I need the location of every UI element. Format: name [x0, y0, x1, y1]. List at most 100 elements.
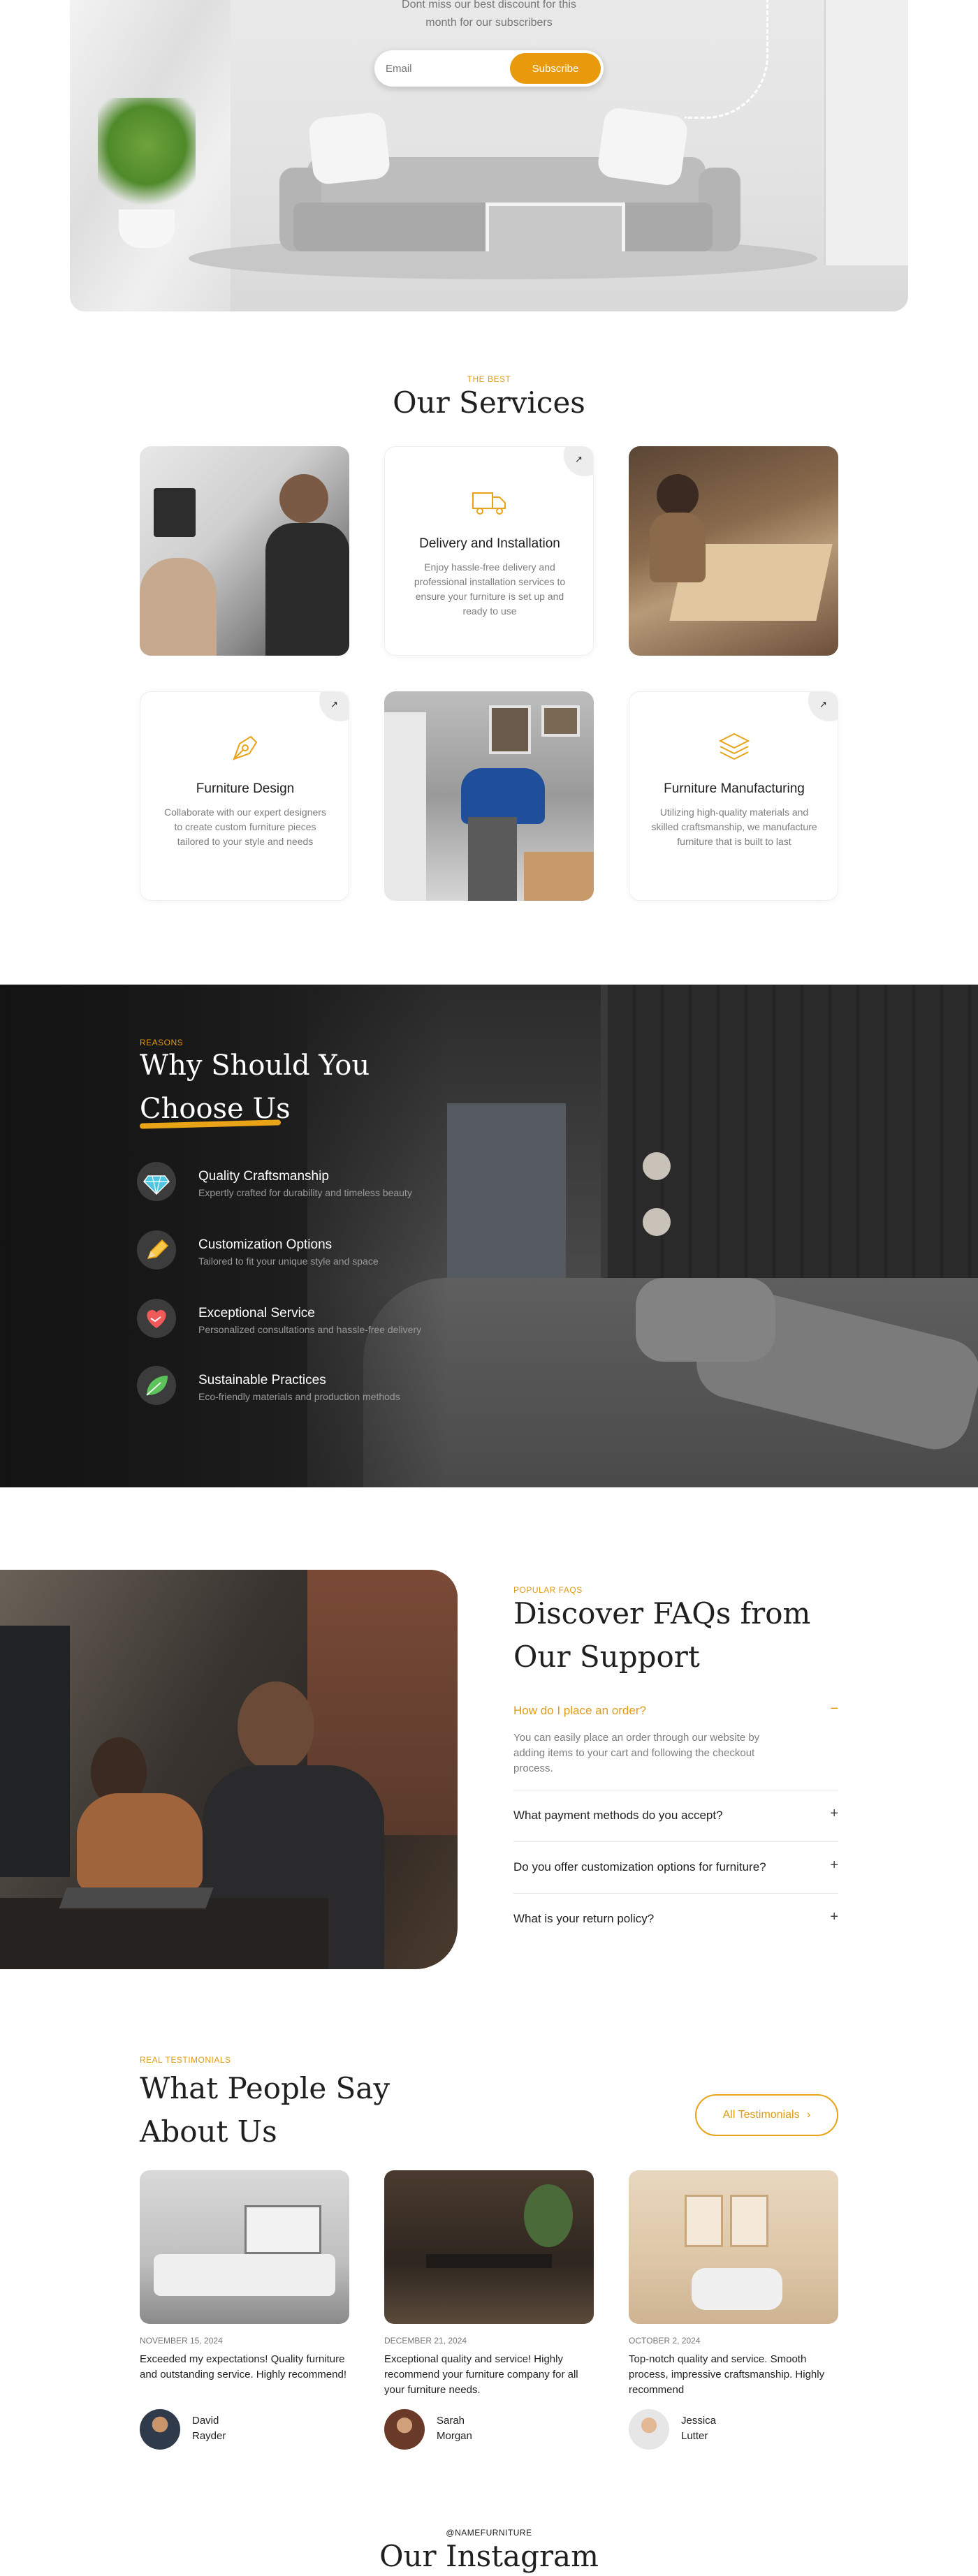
pen-nib-icon — [233, 735, 258, 760]
pencil-icon — [147, 1239, 169, 1259]
worker-pants — [468, 817, 517, 901]
service-card-desc: Enjoy hassle-free delivery and professio… — [414, 561, 566, 617]
picture-frame — [541, 705, 580, 737]
service-photo-consultation — [140, 446, 349, 656]
feature-desc: Eco-friendly materials and production me… — [198, 1391, 400, 1402]
person-body — [265, 523, 349, 656]
subscribe-button[interactable]: Subscribe — [510, 53, 601, 84]
author-first-name: Jessica — [681, 2415, 717, 2427]
faq-question[interactable]: What is your return policy? — [513, 1912, 654, 1926]
corner-arrow[interactable]: ↗ — [319, 692, 349, 721]
faq-item[interactable]: What is your return policy? + — [513, 1894, 838, 1945]
person-body — [77, 1793, 203, 1891]
shelf-shape — [384, 712, 426, 901]
wood-cabinet — [524, 852, 594, 901]
arrow-up-right-icon: ↗ — [575, 454, 583, 464]
subscribe-banner: Dont miss our best discount for this mon… — [70, 0, 908, 311]
all-testimonials-button[interactable]: All Testimonials › — [695, 2094, 838, 2136]
leaf-icon — [146, 1376, 168, 1396]
picture-frame — [730, 2195, 768, 2247]
testimonial-quote: Exceptional quality and service! Highly … — [384, 2353, 578, 2396]
plus-icon[interactable]: + — [830, 1806, 838, 1822]
faq-answer: You can easily place an order through ou… — [513, 1732, 760, 1774]
service-card-title: Furniture Manufacturing — [664, 781, 805, 796]
avatar — [629, 2409, 669, 2450]
testimonial-author: Jessica Lutter — [681, 2413, 716, 2444]
testimonials-title-line: What People Say — [140, 2071, 391, 2105]
picture-frame — [685, 2195, 723, 2247]
monitor-shape — [154, 488, 196, 537]
all-testimonials-label: All Testimonials — [722, 2109, 800, 2121]
layers-icon — [718, 733, 750, 760]
corner-arrow[interactable]: ↗ — [564, 447, 593, 476]
feature-title: Customization Options — [198, 1237, 333, 1252]
testimonial-quote: Exceeded my expectations! Quality furnit… — [140, 2353, 346, 2380]
testimonials-title: What People Say About Us — [140, 2067, 390, 2154]
faq-item[interactable]: Do you offer customization options for f… — [513, 1842, 838, 1894]
designers-photo — [140, 446, 349, 656]
faq-title-line: Discover FAQs from — [513, 1596, 811, 1631]
pillow-image — [596, 106, 689, 187]
feature-icon-wrap — [137, 1366, 176, 1405]
diamond-icon — [143, 1175, 170, 1195]
feature-title: Sustainable Practices — [198, 1373, 326, 1388]
testimonial-author: Sarah Morgan — [437, 2413, 472, 2444]
plant-pot — [119, 209, 175, 248]
instagram-handle[interactable]: @NAMEFURNITURE — [0, 2528, 978, 2538]
testimonial-date: OCTOBER 2, 2024 — [629, 2336, 701, 2346]
window-shape — [245, 2205, 321, 2254]
faq-item-open[interactable]: How do I place an order? − You can easil… — [513, 1701, 838, 1790]
subscribe-subtitle-line: Dont miss our best discount for this — [402, 0, 576, 10]
dining-room-image — [384, 2170, 594, 2324]
person-body — [140, 558, 217, 656]
faq-question[interactable]: What payment methods do you accept? — [513, 1809, 723, 1823]
plant-image — [98, 98, 196, 216]
feature-icon-wrap — [137, 1162, 176, 1201]
faq-title-line: Our Support — [513, 1640, 700, 1674]
services-eyebrow: THE BEST — [467, 374, 511, 384]
testimonials-title-line: About Us — [140, 2114, 277, 2149]
service-card-manufacturing[interactable]: ↗ Furniture Manufacturing Utilizing high… — [629, 691, 838, 901]
avatar — [140, 2409, 180, 2450]
subscribe-subtitle: Dont miss our best discount for this mon… — [70, 0, 908, 32]
sofa-shape — [154, 2254, 335, 2296]
person-head — [657, 474, 699, 516]
door-image — [824, 0, 908, 265]
service-card-delivery[interactable]: ↗ Delivery and Installation Enjoy hassle… — [384, 446, 594, 656]
person-head — [238, 1681, 314, 1772]
plant-shape — [524, 2184, 573, 2247]
author-last-name: Rayder — [192, 2430, 226, 2442]
avatar — [384, 2409, 425, 2450]
service-card-title: Delivery and Installation — [419, 536, 560, 551]
plus-icon[interactable]: + — [830, 1909, 838, 1925]
testimonials-eyebrow: REAL TESTIMONIALS — [140, 2055, 231, 2065]
service-photo-assembly — [384, 691, 594, 901]
subscribe-subtitle-line: month for our subscribers — [425, 17, 553, 29]
faq-question[interactable]: How do I place an order? — [513, 1704, 646, 1718]
faq-item[interactable]: What payment methods do you accept? + — [513, 1790, 838, 1842]
testimonial-author: David Rayder — [192, 2413, 226, 2444]
service-card-title: Furniture Design — [196, 781, 295, 796]
person-head — [279, 474, 328, 523]
desk-shape — [0, 1898, 328, 1969]
feature-title: Quality Craftsmanship — [198, 1169, 329, 1184]
feature-desc: Expertly crafted for durability and time… — [198, 1187, 412, 1198]
minus-icon[interactable]: − — [830, 1701, 838, 1717]
email-input[interactable] — [386, 59, 497, 78]
chevron-right-icon: › — [807, 2109, 811, 2121]
bedroom-image — [629, 2170, 838, 2324]
worker-shirt — [461, 768, 545, 824]
picture-frame — [489, 705, 531, 754]
plus-icon[interactable]: + — [830, 1857, 838, 1874]
table-shape — [426, 2254, 552, 2268]
window-shape — [447, 1103, 566, 1285]
truck-icon — [472, 492, 506, 515]
author-first-name: Sarah — [437, 2415, 465, 2427]
corner-arrow[interactable]: ↗ — [808, 692, 838, 721]
faq-question[interactable]: Do you offer customization options for f… — [513, 1860, 766, 1874]
testimonial-date: DECEMBER 21, 2024 — [384, 2336, 467, 2346]
heart-handshake-icon — [147, 1310, 166, 1328]
service-card-design[interactable]: ↗ Furniture Design Collaborate with our … — [140, 691, 349, 901]
armchair-shape — [692, 2268, 782, 2310]
pendant-lamp — [643, 1208, 671, 1236]
